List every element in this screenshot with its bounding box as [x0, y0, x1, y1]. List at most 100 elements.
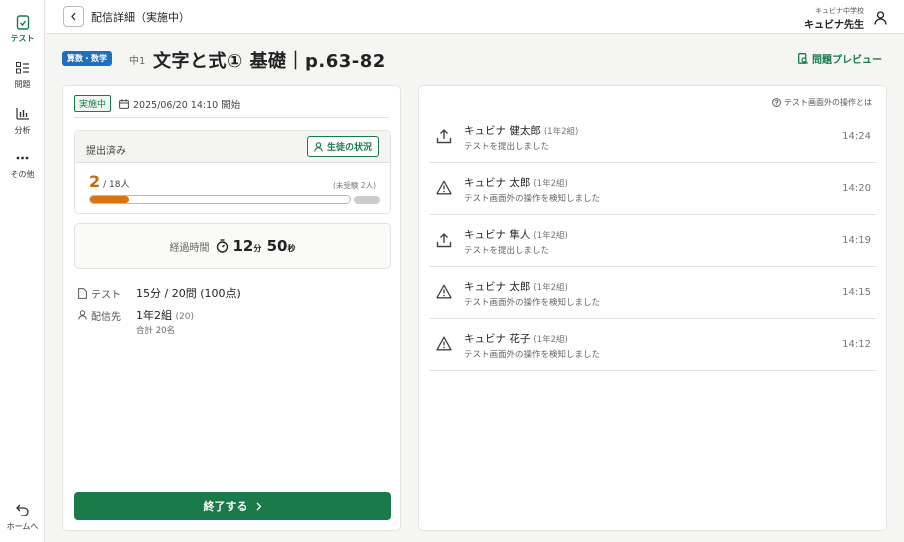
event-time: 14:24 — [842, 131, 871, 142]
event-row: キュビナ 隼人 (1年2組) テストを提出しました 14:19 — [430, 215, 876, 267]
question-list-icon — [15, 60, 31, 76]
elapsed-time-card: 経過時間 12分 50秒 — [74, 223, 391, 269]
event-description: テスト画面外の操作を検知しました — [464, 298, 601, 308]
sidebar: テスト 問題 分析 その他 ホームへ — [0, 0, 45, 542]
event-time: 14:15 — [842, 287, 871, 298]
status-badge: 実施中 — [74, 95, 112, 112]
student-name: キュビナ 太郎 (1年2組) — [464, 177, 568, 189]
unexamined-count: (未受験 2人) — [332, 181, 376, 190]
page-title: 文字と式① 基礎｜p.63-82 — [153, 51, 386, 72]
preview-label: 問題プレビュー — [812, 55, 882, 66]
event-time: 14:19 — [842, 235, 871, 246]
header-title: 配信詳細（実施中） — [91, 11, 190, 24]
total-students: / 18人 — [103, 180, 130, 190]
elapsed-seconds: 50 — [266, 237, 288, 255]
teacher-name: キュビナ先生 — [804, 20, 864, 31]
student-name: キュビナ 健太郎 (1年2組) — [464, 125, 579, 137]
school-name: キュビナ中学校 — [815, 7, 864, 15]
help-link[interactable]: テスト画面外の操作とは — [772, 97, 872, 108]
preview-icon — [798, 53, 808, 64]
end-test-label: 終了する — [203, 500, 248, 513]
student-name: キュビナ 太郎 (1年2組) — [464, 281, 568, 293]
elapsed-minutes: 12 — [232, 237, 254, 255]
help-icon — [772, 98, 781, 107]
class-label: (1年2組) — [543, 127, 579, 137]
sidebar-item-other[interactable]: その他 — [0, 150, 45, 180]
student-status-label: 生徒の状況 — [326, 143, 372, 153]
divider — [74, 117, 389, 118]
class-label: (1年2組) — [533, 231, 568, 241]
submitted-number: 2 — [89, 172, 101, 191]
submitted-count: 2 / 18人 — [89, 172, 130, 191]
sidebar-item-label: 分析 — [14, 126, 31, 135]
return-icon — [15, 502, 31, 518]
event-description: テスト画面外の操作を検知しました — [464, 350, 601, 360]
minutes-unit: 分 — [253, 244, 262, 253]
end-test-button[interactable]: 終了する — [74, 492, 391, 520]
more-icon — [15, 150, 31, 166]
sidebar-item-analysis[interactable]: 分析 — [0, 106, 45, 136]
event-row: キュビナ 花子 (1年2組) テスト画面外の操作を検知しました 14:12 — [430, 319, 876, 371]
test-value: 15分 / 20問 (100点) — [136, 287, 241, 300]
document-icon — [78, 287, 87, 299]
class-label: (1年2組) — [533, 335, 568, 345]
event-time: 14:12 — [842, 339, 871, 350]
timer-icon — [216, 239, 228, 253]
status-row: 実施中 2025/06/20 14:10 開始 — [74, 95, 240, 112]
submitted-card-header: 提出済み 生徒の状況 — [75, 131, 390, 163]
person-icon — [78, 310, 87, 320]
grade-label: 中1 — [129, 56, 146, 67]
sidebar-item-label: テスト — [10, 34, 35, 43]
test-label: テスト — [91, 289, 121, 301]
submitted-label: 提出済み — [86, 146, 126, 157]
event-list: キュビナ 健太郎 (1年2組) テストを提出しました 14:24 キュビナ 太郎 (1年2… — [430, 111, 876, 371]
event-row: キュビナ 太郎 (1年2組) テスト画面外の操作を検知しました 14:20 — [430, 163, 876, 215]
unexamined-bar — [354, 196, 380, 204]
start-datetime-text: 2025/06/20 14:10 開始 — [133, 99, 241, 111]
destination-row: 配信先 1年2組 (20) — [78, 307, 194, 323]
event-description: テストを提出しました — [464, 246, 550, 256]
user-icon[interactable] — [874, 10, 887, 29]
seconds-unit: 秒 — [287, 244, 296, 253]
sidebar-item-label: その他 — [10, 170, 35, 179]
student-name: キュビナ 隼人 (1年2組) — [464, 229, 568, 241]
upload-icon — [436, 128, 452, 148]
test-icon — [15, 14, 31, 30]
elapsed-value: 12分 50秒 — [216, 237, 296, 255]
problem-preview-link[interactable]: 問題プレビュー — [798, 51, 882, 66]
student-status-button[interactable]: 生徒の状況 — [306, 136, 379, 157]
start-datetime: 2025/06/20 14:10 開始 — [119, 97, 240, 111]
progress-fill — [90, 196, 129, 203]
top-header: 配信詳細（実施中） キュビナ中学校 キュビナ先生 — [46, 0, 904, 34]
student-name: キュビナ 花子 (1年2組) — [464, 333, 568, 345]
event-row: キュビナ 太郎 (1年2組) テスト画面外の操作を検知しました 14:15 — [430, 267, 876, 319]
help-label: テスト画面外の操作とは — [784, 98, 872, 107]
sidebar-item-test[interactable]: テスト — [0, 14, 45, 44]
destination-total: 合計 20名 — [136, 326, 176, 336]
overview-panel: 実施中 2025/06/20 14:10 開始 提出済み 生徒の状況 2 / 1… — [62, 85, 401, 531]
warning-icon — [436, 284, 452, 303]
destination-label: 配信先 — [91, 311, 121, 323]
class-label: (1年2組) — [533, 283, 568, 293]
event-time: 14:20 — [842, 183, 871, 194]
warning-icon — [436, 180, 452, 199]
warning-icon — [436, 336, 452, 355]
sidebar-item-questions[interactable]: 問題 — [0, 60, 45, 90]
activity-panel: テスト画面外の操作とは キュビナ 健太郎 (1年2組) テストを提出しました 14:2… — [418, 85, 887, 531]
subject-badge: 算数・数学 — [62, 51, 112, 66]
test-info-row: テスト 15分 / 20問 (100点) — [78, 285, 241, 301]
submitted-card: 提出済み 生徒の状況 2 / 18人 (未受験 2人) — [74, 130, 391, 214]
sidebar-item-label: ホームへ — [6, 522, 39, 531]
destination-count: (20) — [175, 312, 194, 322]
chart-icon — [15, 106, 31, 122]
upload-icon — [436, 232, 452, 252]
person-icon — [314, 141, 323, 152]
back-button[interactable] — [63, 6, 84, 27]
event-description: テスト画面外の操作を検知しました — [464, 194, 601, 204]
calendar-icon — [119, 98, 129, 109]
chevron-left-icon — [71, 12, 76, 21]
class-label: (1年2組) — [533, 179, 568, 189]
elapsed-label: 経過時間 — [169, 242, 210, 254]
sidebar-item-label: 問題 — [14, 80, 31, 89]
sidebar-item-home[interactable]: ホームへ — [0, 502, 45, 532]
